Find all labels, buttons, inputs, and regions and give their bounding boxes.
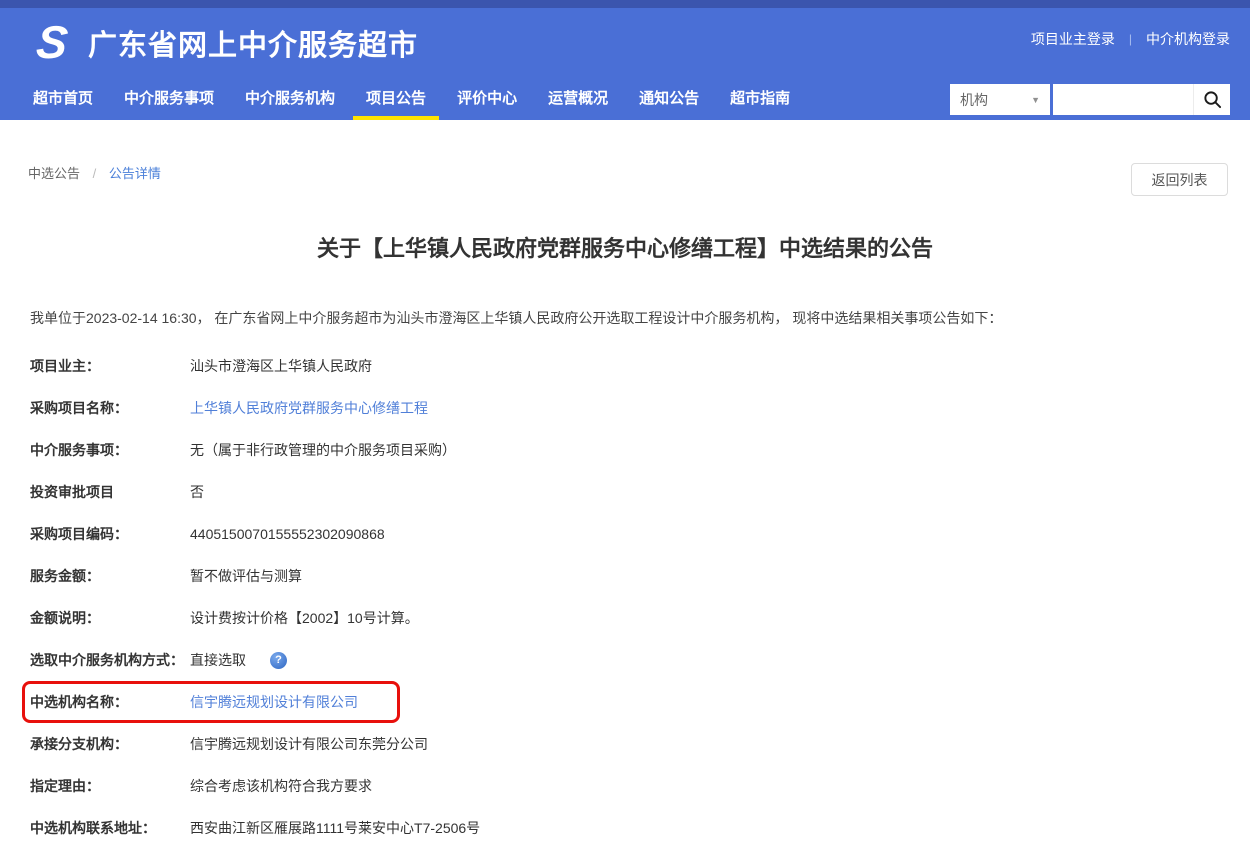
- field-row-service-amount: 服务金额： 暂不做评估与测算: [0, 555, 1250, 597]
- back-to-list-button[interactable]: 返回列表: [1131, 163, 1228, 196]
- header-top-strip: [0, 0, 1250, 8]
- field-value: 综合考虑该机构符合我方要求: [190, 776, 372, 796]
- breadcrumb: 中选公告 / 公告详情: [28, 163, 1250, 182]
- field-value: 信宇腾远规划设计有限公司东莞分公司: [190, 734, 428, 754]
- nav-item-service-items[interactable]: 中介服务事项: [124, 78, 214, 120]
- search-icon: [1203, 90, 1222, 109]
- field-row-selection-method: 选取中介服务机构方式： 直接选取 ?: [0, 639, 1250, 681]
- announcement-fields: 项目业主： 汕头市澄海区上华镇人民政府 采购项目名称： 上华镇人民政府党群服务中…: [0, 345, 1250, 841]
- site-title: 广东省网上中介服务超市: [88, 22, 418, 64]
- field-row-amount-note: 金额说明： 设计费按计价格【2002】10号计算。: [0, 597, 1250, 639]
- nav-item-guide[interactable]: 超市指南: [730, 78, 790, 120]
- field-row-designation-reason: 指定理由： 综合考虑该机构符合我方要求: [0, 765, 1250, 807]
- field-value: 无（属于非行政管理的中介服务项目采购）: [190, 440, 456, 460]
- field-row-service-item: 中介服务事项： 无（属于非行政管理的中介服务项目采购）: [0, 429, 1250, 471]
- field-value: 西安曲江新区雁展路1111号莱安中心T7-2506号: [190, 818, 480, 838]
- field-row-agency-address: 中选机构联系地址： 西安曲江新区雁展路1111号莱安中心T7-2506号: [0, 807, 1250, 841]
- field-row-branch-agency: 承接分支机构： 信宇腾远规划设计有限公司东莞分公司: [0, 723, 1250, 765]
- site-header: S 广东省网上中介服务超市 项目业主登录 | 中介机构登录: [0, 8, 1250, 78]
- field-label: 服务金额：: [30, 566, 190, 586]
- field-value: 设计费按计价格【2002】10号计算。: [190, 608, 419, 628]
- search-category-select[interactable]: 机构 ▼: [950, 84, 1050, 115]
- field-row-project-code: 采购项目编码： 4405150070155552302090868: [0, 513, 1250, 555]
- field-label: 采购项目编码：: [30, 524, 190, 544]
- nav-item-notices[interactable]: 通知公告: [639, 78, 699, 120]
- project-name-link[interactable]: 上华镇人民政府党群服务中心修缮工程: [190, 398, 428, 418]
- breadcrumb-separator: /: [93, 166, 97, 181]
- announcement-title: 关于【上华镇人民政府党群服务中心修缮工程】中选结果的公告: [0, 231, 1250, 263]
- field-value: 汕头市澄海区上华镇人民政府: [190, 356, 372, 376]
- field-value: 暂不做评估与测算: [190, 566, 302, 586]
- search-input[interactable]: [1053, 84, 1193, 115]
- breadcrumb-parent-link[interactable]: 中选公告: [28, 166, 80, 181]
- chevron-down-icon: ▼: [1031, 95, 1040, 105]
- selected-agency-link[interactable]: 信宇腾远规划设计有限公司: [190, 692, 358, 712]
- field-label: 投资审批项目: [30, 482, 190, 502]
- agency-login-link[interactable]: 中介机构登录: [1146, 29, 1230, 49]
- login-links: 项目业主登录 | 中介机构登录: [1031, 29, 1230, 49]
- field-label: 中选机构名称：: [30, 692, 190, 712]
- field-label: 指定理由：: [30, 776, 190, 796]
- field-row-selected-agency: 中选机构名称： 信宇腾远规划设计有限公司: [22, 681, 400, 723]
- nav-item-project-announcements[interactable]: 项目公告: [366, 78, 426, 120]
- field-label: 承接分支机构：: [30, 734, 190, 754]
- field-value: 直接选取: [190, 650, 246, 670]
- site-logo-icon: S: [25, 19, 78, 67]
- field-label: 中介服务事项：: [30, 440, 190, 460]
- breadcrumb-current[interactable]: 公告详情: [109, 166, 161, 181]
- field-row-project-owner: 项目业主： 汕头市澄海区上华镇人民政府: [0, 345, 1250, 387]
- field-value: 否: [190, 482, 204, 502]
- help-icon[interactable]: ?: [270, 652, 287, 669]
- field-label: 中选机构联系地址：: [30, 818, 190, 838]
- field-label: 采购项目名称：: [30, 398, 190, 418]
- nav-item-operation-overview[interactable]: 运营概况: [548, 78, 608, 120]
- field-row-investment-approval: 投资审批项目 否: [0, 471, 1250, 513]
- search-box: [1053, 84, 1230, 115]
- page-content: 中选公告 / 公告详情 返回列表 关于【上华镇人民政府党群服务中心修缮工程】中选…: [0, 120, 1250, 841]
- field-label: 选取中介服务机构方式：: [30, 650, 190, 670]
- nav-item-evaluation-center[interactable]: 评价中心: [457, 78, 517, 120]
- search-button[interactable]: [1193, 84, 1230, 115]
- search-category-value: 机构: [960, 90, 988, 110]
- field-label: 金额说明：: [30, 608, 190, 628]
- announcement-intro: 我单位于2023-02-14 16:30， 在广东省网上中介服务超市为汕头市澄海…: [30, 308, 1220, 328]
- nav-item-home[interactable]: 超市首页: [33, 78, 93, 120]
- search-bar: 机构 ▼: [950, 84, 1230, 115]
- owner-login-link[interactable]: 项目业主登录: [1031, 29, 1115, 49]
- field-label: 项目业主：: [30, 356, 190, 376]
- field-value: 4405150070155552302090868: [190, 526, 385, 542]
- nav-item-agencies[interactable]: 中介服务机构: [245, 78, 335, 120]
- login-separator: |: [1129, 32, 1132, 46]
- field-row-project-name: 采购项目名称： 上华镇人民政府党群服务中心修缮工程: [0, 387, 1250, 429]
- brand: S 广东省网上中介服务超市: [28, 19, 418, 67]
- main-nav: 超市首页 中介服务事项 中介服务机构 项目公告 评价中心 运营概况 通知公告 超…: [0, 78, 1250, 120]
